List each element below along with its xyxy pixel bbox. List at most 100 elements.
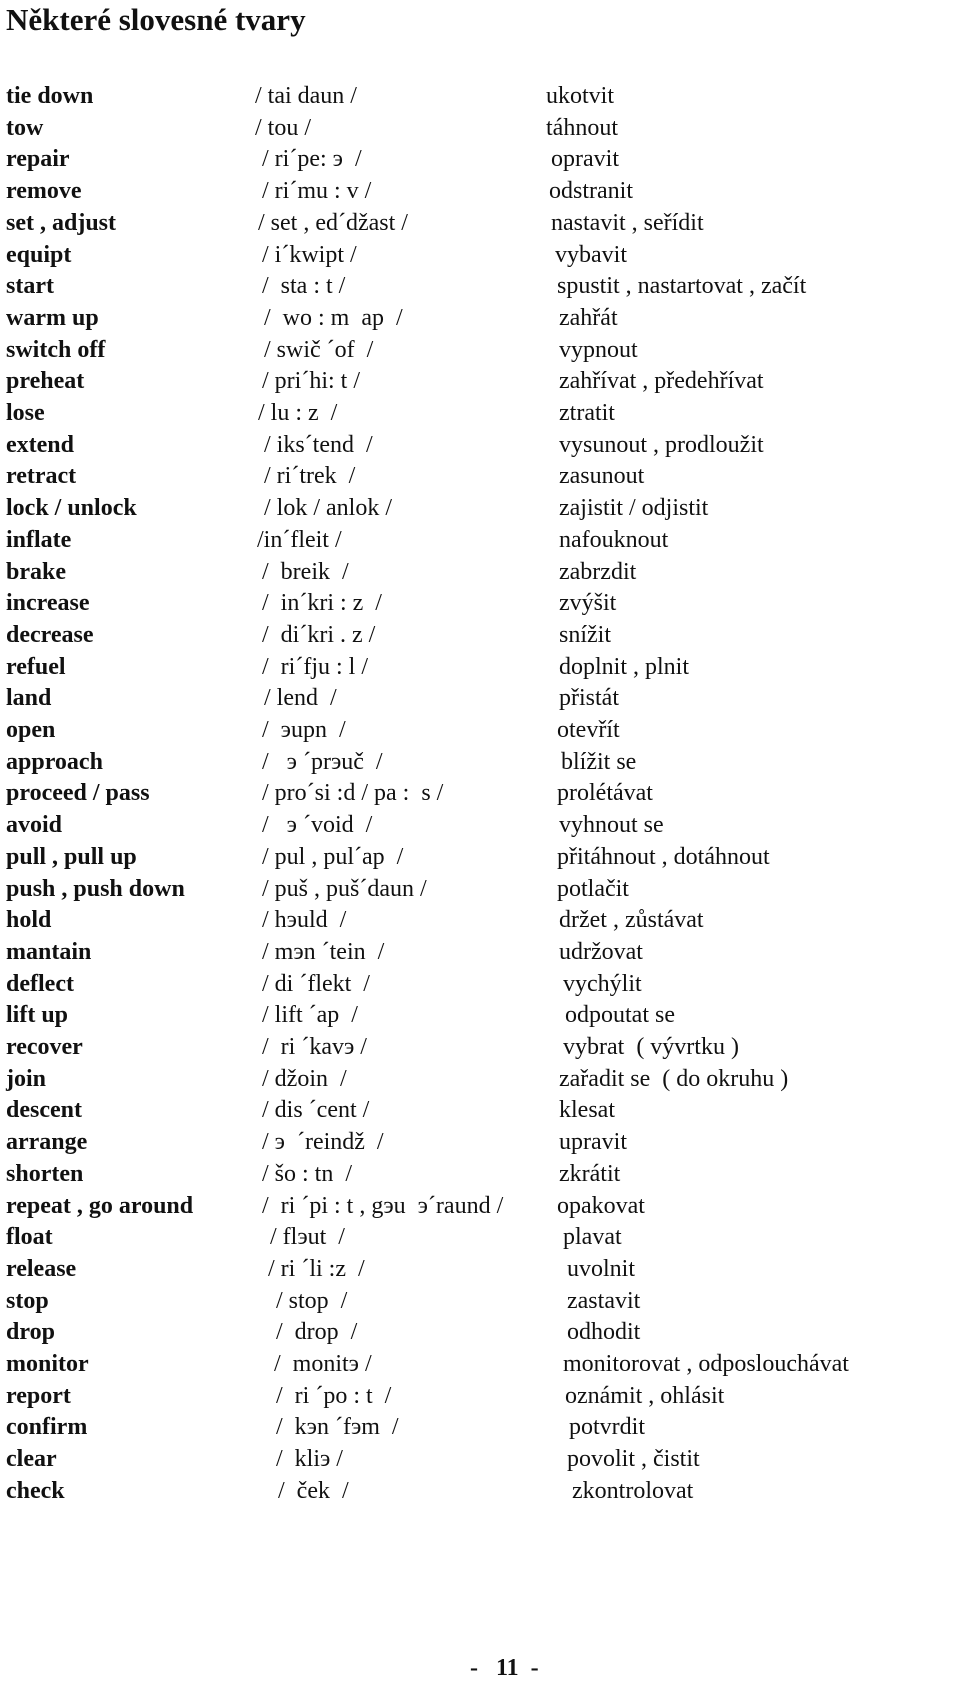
- czech-translation: upravit: [559, 1129, 627, 1155]
- pronunciation: / džoin /: [262, 1066, 347, 1092]
- pronunciation: / э ´prэuč /: [262, 749, 383, 775]
- pronunciation: / lend /: [264, 685, 337, 711]
- czech-translation: povolit , čistit: [567, 1446, 700, 1472]
- vocab-row: join / džoin / zařadit se ( do okruhu ): [0, 1063, 960, 1097]
- pronunciation: / tou /: [255, 115, 312, 141]
- pronunciation: / mэn ´tein /: [262, 939, 385, 965]
- czech-translation: zajistit / odjistit: [559, 495, 709, 521]
- english-verb: lift up: [6, 1002, 69, 1028]
- vocab-row: mantain / mэn ´tein / udržovat: [0, 936, 960, 970]
- czech-translation: otevřít: [557, 717, 620, 743]
- pronunciation: / dis ´cent /: [262, 1097, 370, 1123]
- vocab-row: retract / ri´trek / zasunout: [0, 460, 960, 494]
- czech-translation: zařadit se ( do okruhu ): [559, 1066, 789, 1092]
- pronunciation: / lok / anlok /: [264, 495, 392, 521]
- english-verb: avoid: [6, 812, 63, 838]
- english-verb: hold: [6, 907, 52, 933]
- czech-translation: vybavit: [555, 242, 627, 268]
- czech-translation: táhnout: [546, 115, 618, 141]
- pronunciation: / ri´mu : v /: [262, 178, 372, 204]
- czech-translation: uvolnit: [567, 1256, 636, 1282]
- czech-translation: udržovat: [559, 939, 643, 965]
- czech-translation: klesat: [559, 1097, 615, 1123]
- czech-translation: nafouknout: [559, 527, 669, 553]
- czech-translation: plavat: [563, 1224, 622, 1250]
- english-verb: start: [6, 273, 54, 299]
- english-verb: monitor: [6, 1351, 89, 1377]
- czech-translation: potvrdit: [569, 1414, 645, 1440]
- czech-translation: opravit: [551, 146, 619, 172]
- czech-translation: zahřát: [559, 305, 618, 331]
- pronunciation: / flэut /: [270, 1224, 345, 1250]
- czech-translation: opakovat: [557, 1193, 645, 1219]
- english-verb: arrange: [6, 1129, 88, 1155]
- vocab-row: lift up / lift ´ap / odpoutat se: [0, 999, 960, 1033]
- czech-translation: přistát: [559, 685, 619, 711]
- english-verb: float: [6, 1224, 53, 1250]
- english-verb: inflate: [6, 527, 72, 553]
- vocab-row: release / ri ´li :z / uvolnit: [0, 1253, 960, 1287]
- czech-translation: spustit , nastartovat , začít: [557, 273, 807, 299]
- english-verb: lose: [6, 400, 45, 426]
- english-verb: lock / unlock: [6, 495, 137, 521]
- pronunciation: / pul , pul´ap /: [262, 844, 404, 870]
- pronunciation: / ček /: [278, 1478, 349, 1504]
- czech-translation: odhodit: [567, 1319, 641, 1345]
- vocab-row: pull , pull up / pul , pul´ap / přitáhnout…: [0, 841, 960, 875]
- czech-translation: zasunout: [559, 463, 645, 489]
- english-verb: drop: [6, 1319, 55, 1345]
- pronunciation: / lu : z /: [258, 400, 338, 426]
- pronunciation: / monitэ /: [274, 1351, 372, 1377]
- pronunciation: / šo : tn /: [262, 1161, 353, 1187]
- pronunciation: / ri´fju : l /: [262, 654, 368, 680]
- pronunciation: / sta : t /: [262, 273, 346, 299]
- pronunciation: / kliэ /: [276, 1446, 343, 1472]
- english-verb: repair: [6, 146, 70, 172]
- english-verb: repeat , go around: [6, 1193, 194, 1219]
- english-verb: set , adjust: [6, 210, 117, 236]
- pronunciation: / pro´si :d / pa : s /: [262, 780, 444, 806]
- czech-translation: monitorovat , odposlouchávat: [563, 1351, 849, 1377]
- english-verb: tow: [6, 115, 44, 141]
- vocab-row: switch off / swič ´of / vypnout: [0, 334, 960, 368]
- vocab-row: repeat , go around / ri ´pi : t , gэu э´r…: [0, 1190, 960, 1224]
- pronunciation: / ri ´kavэ /: [262, 1034, 367, 1060]
- english-verb: confirm: [6, 1414, 88, 1440]
- czech-translation: vysunout , prodloužit: [559, 432, 764, 458]
- vocab-row: avoid / э ´void / vyhnout se: [0, 809, 960, 843]
- english-verb: retract: [6, 463, 77, 489]
- vocab-row: extend / iks´tend / vysunout , prodloužit: [0, 429, 960, 463]
- vocab-row: repair / ri´pe: э / opravit: [0, 143, 960, 177]
- vocab-row: push , push down / puš , puš´daun / potlač…: [0, 873, 960, 907]
- english-verb: warm up: [6, 305, 99, 331]
- czech-translation: zkrátit: [559, 1161, 621, 1187]
- czech-translation: odstranit: [549, 178, 633, 204]
- vocab-row: equipt / i´kwipt / vybavit: [0, 239, 960, 273]
- pronunciation: /in´fleit /: [257, 527, 342, 553]
- vocab-row: descent / dis ´cent / klesat: [0, 1094, 960, 1128]
- czech-translation: snížit: [559, 622, 611, 648]
- pronunciation: / breik /: [262, 559, 349, 585]
- pronunciation: / hэuld /: [262, 907, 347, 933]
- vocab-row: monitor / monitэ / monitorovat , odposlouc…: [0, 1348, 960, 1382]
- czech-translation: zvýšit: [559, 590, 617, 616]
- vocab-row: recover / ri ´kavэ / vybrat ( vývrtku ): [0, 1031, 960, 1065]
- czech-translation: vychýlit: [563, 971, 642, 997]
- vocab-row: preheat / pri´hi: t / zahřívat , předehřív…: [0, 365, 960, 399]
- czech-translation: přitáhnout , dotáhnout: [557, 844, 770, 870]
- czech-translation: potlačit: [557, 876, 629, 902]
- vocab-row: proceed / pass / pro´si :d / pa : s / prol…: [0, 777, 960, 811]
- english-verb: remove: [6, 178, 82, 204]
- pronunciation: / эupn /: [262, 717, 346, 743]
- english-verb: recover: [6, 1034, 83, 1060]
- vocab-row: drop / drop / odhodit: [0, 1316, 960, 1350]
- english-verb: extend: [6, 432, 74, 458]
- pronunciation: / iks´tend /: [264, 432, 373, 458]
- english-verb: check: [6, 1478, 65, 1504]
- english-verb: deflect: [6, 971, 74, 997]
- pronunciation: / di ´flekt /: [262, 971, 370, 997]
- pronunciation: / puš , puš´daun /: [262, 876, 427, 902]
- page-number: - 11 -: [470, 1655, 539, 1681]
- vocab-row: inflate/in´fleit / nafouknout: [0, 524, 960, 558]
- pronunciation: / ri ´li :z /: [268, 1256, 365, 1282]
